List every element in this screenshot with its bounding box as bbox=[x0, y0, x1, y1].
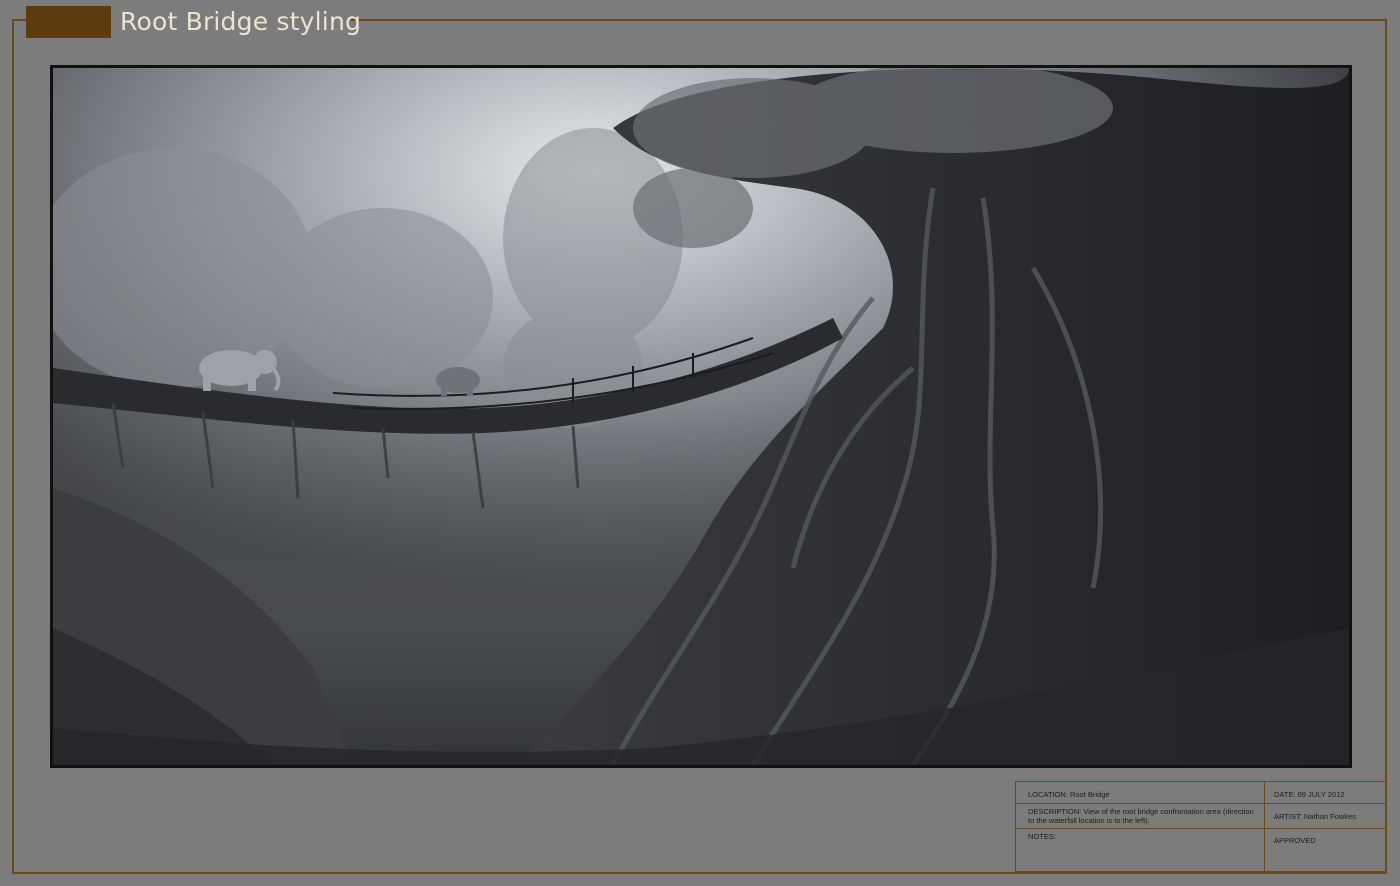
description-field: DESCRIPTION: View of the root bridge con… bbox=[1028, 807, 1254, 825]
location-field: LOCATION: Root Bridge bbox=[1028, 790, 1110, 799]
info-divider-horizontal-1 bbox=[1016, 803, 1385, 804]
frame-line-bottom bbox=[12, 872, 1387, 874]
info-panel: LOCATION: Root Bridge DESCRIPTION: View … bbox=[1015, 781, 1386, 872]
frame-line-top-right bbox=[351, 19, 1387, 21]
frame-line-top-left bbox=[13, 19, 26, 21]
artist-field: ARTIST: Nathan Fowkes bbox=[1274, 812, 1356, 821]
title-color-block bbox=[26, 6, 111, 38]
sheet-title: Root Bridge styling bbox=[120, 7, 362, 36]
notes-field: NOTES: bbox=[1028, 832, 1056, 841]
concept-artwork bbox=[50, 65, 1352, 768]
info-divider-horizontal-2 bbox=[1016, 828, 1385, 829]
approved-field: APPROVED bbox=[1274, 836, 1316, 845]
frame-line-right bbox=[1385, 19, 1387, 874]
date-field: DATE: 09 JULY 2012 bbox=[1274, 790, 1345, 799]
artwork-illustration bbox=[53, 68, 1349, 765]
frame-line-left bbox=[12, 19, 14, 874]
